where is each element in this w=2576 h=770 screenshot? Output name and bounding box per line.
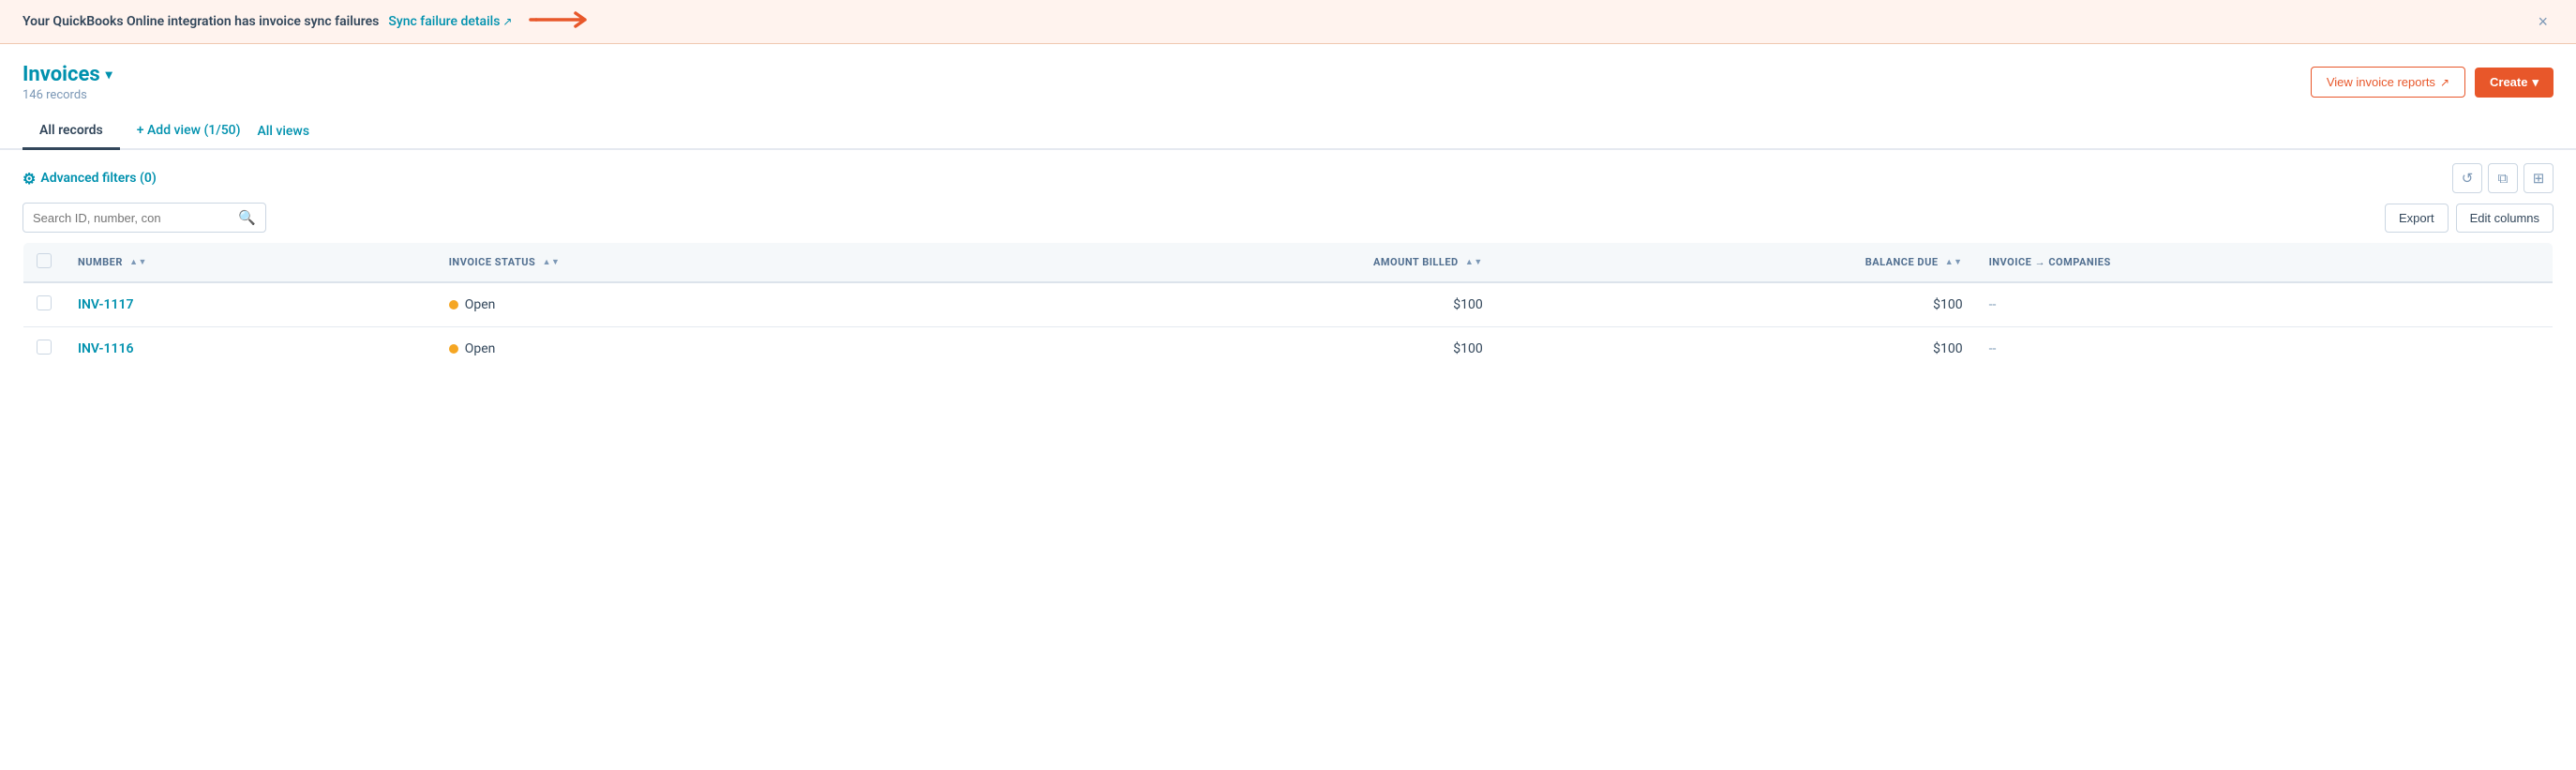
th-select-all[interactable] <box>23 243 66 283</box>
row-balance-due: $100 <box>1496 282 1976 327</box>
search-box: 🔍 <box>22 203 266 233</box>
status-dot-open <box>449 344 458 354</box>
page-title-area: Invoices ▾ 146 records <box>22 63 112 102</box>
row-balance-due: $100 <box>1496 327 1976 371</box>
row-checkbox[interactable] <box>37 340 52 355</box>
save-view-button[interactable]: ⊞ <box>2524 163 2554 193</box>
status-dot-open <box>449 300 458 310</box>
th-companies-label: INVOICE → COMPANIES <box>1989 256 2111 268</box>
invoices-table-container: NUMBER ▲▼ INVOICE STATUS ▲▼ AMOUNT BILLE… <box>0 242 2576 371</box>
table-row: INV-1116 Open $100 $100 -- <box>23 327 2554 371</box>
row-checkbox-cell <box>23 327 66 371</box>
invoice-link[interactable]: INV-1117 <box>78 297 133 312</box>
search-icon: 🔍 <box>238 209 256 226</box>
copy-button[interactable]: ⧉ <box>2488 163 2518 193</box>
tabs-row: All records + Add view (1/50) All views <box>0 102 2576 150</box>
view-reports-label: View invoice reports <box>2327 75 2435 89</box>
main-content: Invoices ▾ 146 records View invoice repo… <box>0 44 2576 770</box>
row-companies: -- <box>1976 327 2554 371</box>
row-checkbox[interactable] <box>37 295 52 310</box>
th-balance-due: BALANCE DUE ▲▼ <box>1496 243 1976 283</box>
tab-all-views[interactable]: All views <box>258 116 327 148</box>
undo-icon: ↺ <box>2462 170 2474 187</box>
create-label: Create <box>2490 75 2527 89</box>
row-amount-billed: $100 <box>969 327 1496 371</box>
row-number-cell: INV-1117 <box>65 282 436 327</box>
invoice-link[interactable]: INV-1116 <box>78 341 133 356</box>
tab-all-records[interactable]: All records <box>22 115 120 150</box>
copy-icon: ⧉ <box>2498 171 2509 187</box>
table-row: INV-1117 Open $100 $100 -- <box>23 282 2554 327</box>
amount-sort-icon[interactable]: ▲▼ <box>1465 259 1483 267</box>
page-title-text: Invoices <box>22 63 100 86</box>
th-number: NUMBER ▲▼ <box>65 243 436 283</box>
row-amount-billed: $100 <box>969 282 1496 327</box>
banner-content: Your QuickBooks Online integration has i… <box>22 9 604 34</box>
header-actions: View invoice reports ↗ Create ▾ <box>2311 67 2554 98</box>
records-count: 146 records <box>22 88 112 102</box>
toolbar-row: ⚙ Advanced filters (0) ↺ ⧉ ⊞ <box>0 150 2576 203</box>
banner-close-button[interactable]: × <box>2532 11 2554 32</box>
sync-failure-link-text: Sync failure details <box>388 14 500 29</box>
page-title[interactable]: Invoices ▾ <box>22 63 112 86</box>
save-icon: ⊞ <box>2533 170 2545 187</box>
search-input[interactable] <box>33 211 232 225</box>
select-all-checkbox[interactable] <box>37 253 52 268</box>
th-amount-billed-label: AMOUNT BILLED <box>1373 256 1459 268</box>
status-label: Open <box>465 341 496 356</box>
title-chevron-icon: ▾ <box>106 68 112 83</box>
status-sort-icon[interactable]: ▲▼ <box>543 259 561 267</box>
row-checkbox-cell <box>23 282 66 327</box>
status-label: Open <box>465 297 496 312</box>
number-sort-icon[interactable]: ▲▼ <box>129 259 147 267</box>
banner-arrow-decoration <box>529 9 604 34</box>
row-number-cell: INV-1116 <box>65 327 436 371</box>
th-amount-billed: AMOUNT BILLED ▲▼ <box>969 243 1496 283</box>
row-status-cell: Open <box>436 282 969 327</box>
undo-button[interactable]: ↺ <box>2452 163 2482 193</box>
advanced-filters-button[interactable]: ⚙ Advanced filters (0) <box>22 170 157 188</box>
sync-failure-link[interactable]: Sync failure details ↗ <box>388 14 512 29</box>
filters-label: Advanced filters (0) <box>40 171 156 186</box>
external-link-icon: ↗ <box>502 15 512 28</box>
th-companies: INVOICE → COMPANIES <box>1976 243 2554 283</box>
tab-add-view[interactable]: + Add view (1/50) <box>120 115 258 150</box>
table-header: NUMBER ▲▼ INVOICE STATUS ▲▼ AMOUNT BILLE… <box>23 243 2554 283</box>
search-actions: Export Edit columns <box>2385 204 2554 233</box>
create-button[interactable]: Create ▾ <box>2475 68 2554 98</box>
balance-sort-icon[interactable]: ▲▼ <box>1945 259 1963 267</box>
sync-failure-banner: Your QuickBooks Online integration has i… <box>0 0 2576 44</box>
search-row: 🔍 Export Edit columns <box>0 203 2576 242</box>
th-balance-due-label: BALANCE DUE <box>1865 256 1939 268</box>
invoices-table: NUMBER ▲▼ INVOICE STATUS ▲▼ AMOUNT BILLE… <box>22 242 2554 371</box>
external-link-icon: ↗ <box>2440 76 2449 89</box>
edit-columns-button[interactable]: Edit columns <box>2456 204 2554 233</box>
create-chevron-icon: ▾ <box>2532 75 2539 90</box>
toolbar-right-actions: ↺ ⧉ ⊞ <box>2452 163 2554 193</box>
th-number-label: NUMBER <box>78 256 123 268</box>
row-status-cell: Open <box>436 327 969 371</box>
filter-lines-icon: ⚙ <box>22 170 36 188</box>
banner-message: Your QuickBooks Online integration has i… <box>22 14 379 29</box>
view-invoice-reports-button[interactable]: View invoice reports ↗ <box>2311 67 2465 98</box>
table-body: INV-1117 Open $100 $100 -- <box>23 282 2554 371</box>
row-companies: -- <box>1976 282 2554 327</box>
export-button[interactable]: Export <box>2385 204 2449 233</box>
th-invoice-status: INVOICE STATUS ▲▼ <box>436 243 969 283</box>
th-invoice-status-label: INVOICE STATUS <box>449 256 536 268</box>
page-header: Invoices ▾ 146 records View invoice repo… <box>0 44 2576 102</box>
